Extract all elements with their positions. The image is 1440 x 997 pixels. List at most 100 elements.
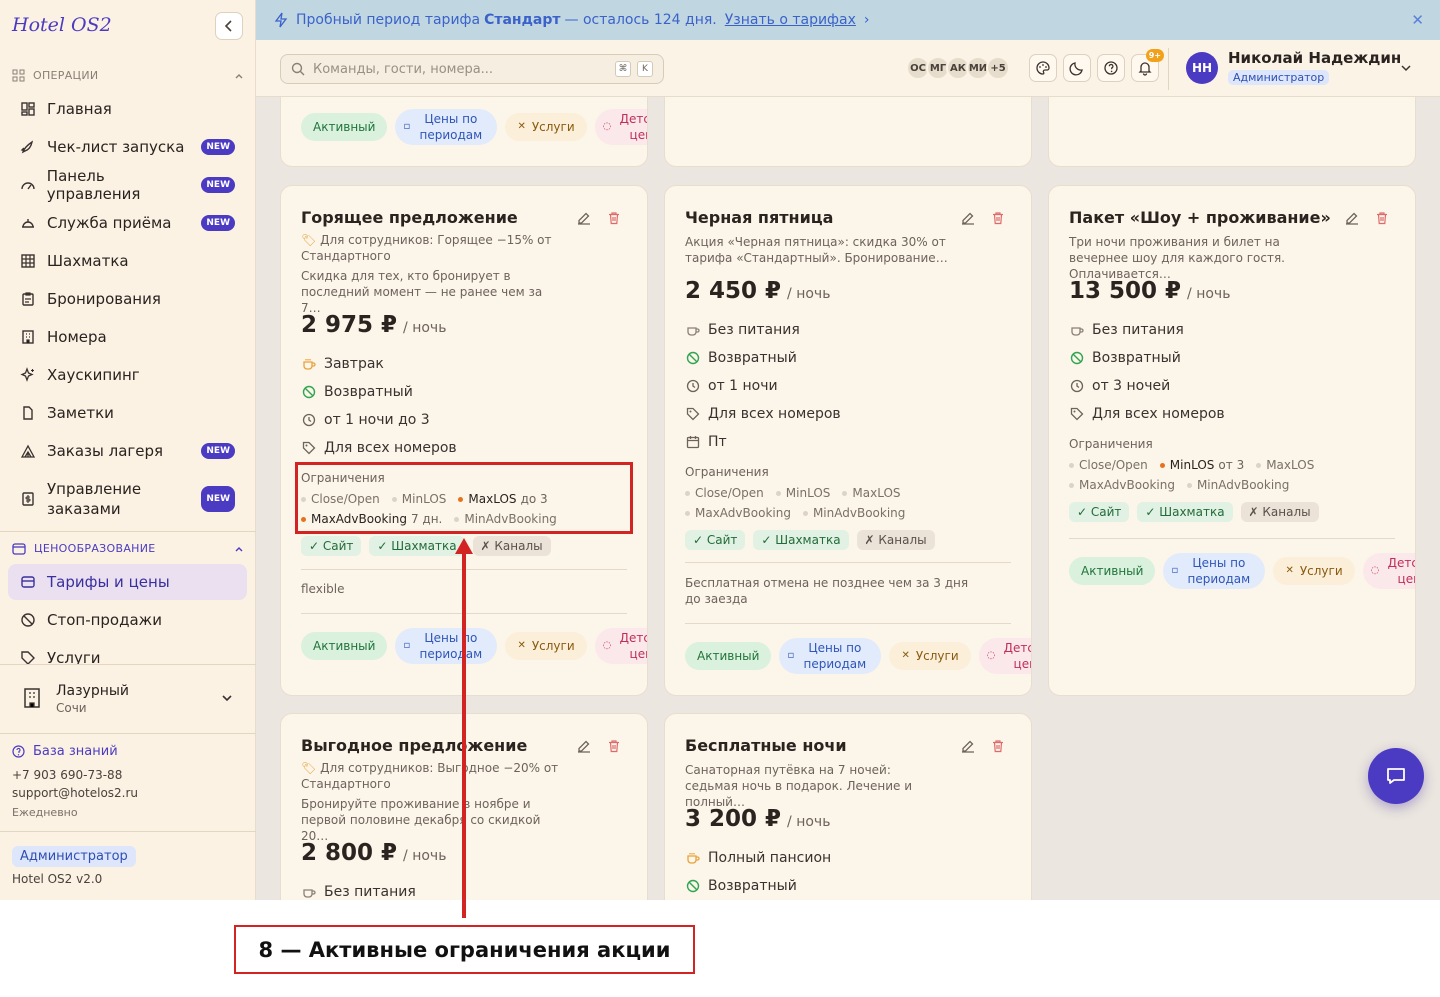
edit-icon[interactable]: [961, 211, 975, 225]
price-value: 3 200 ₽: [685, 806, 782, 832]
trash-icon[interactable]: [991, 739, 1005, 753]
restriction-name: MaxLOS: [1266, 458, 1315, 472]
hotel-switcher[interactable]: Лазурный Сочи: [20, 683, 240, 721]
restriction-value: от 3: [1218, 458, 1245, 472]
sidebar-item-label: Услуги: [47, 649, 101, 664]
pricing-link[interactable]: Узнать о тарифах: [725, 12, 856, 28]
trash-icon[interactable]: [607, 739, 621, 753]
card-tags: Активный ▫ Цены по периодам ✕ Услуги ◌ Детс…: [685, 638, 1031, 674]
cancellation-note: Бесплатная отмена не позднее чем за 3 дн…: [685, 576, 969, 606]
knowledge-base-label: База знаний: [33, 744, 118, 759]
cancellation-note: flexible: [301, 582, 345, 596]
command-search[interactable]: Команды, гости, номера... ⌘ K: [280, 54, 664, 84]
dark-mode-button[interactable]: [1063, 54, 1091, 82]
sidebar-item-checklist[interactable]: Чек-лист запуска NEW: [8, 129, 247, 165]
knowledge-base-link[interactable]: База знаний: [12, 744, 118, 759]
support-email[interactable]: support@hotelos2.ru: [12, 786, 138, 800]
avatar-more[interactable]: +5: [986, 56, 1010, 80]
sidebar-item-rates[interactable]: Тарифы и цены: [8, 564, 247, 600]
sidebar-item-chessboard[interactable]: Шахматка: [8, 243, 247, 279]
collapse-sidebar-button[interactable]: [215, 12, 243, 40]
ban-icon: [19, 611, 37, 629]
notifications-button[interactable]: 9+: [1131, 49, 1164, 82]
periods-tag[interactable]: ▫ Цены по периодам: [1163, 553, 1266, 589]
restriction-name: MinAdvBooking: [812, 506, 906, 520]
status-badge[interactable]: Активный: [1069, 557, 1156, 585]
theme-palette-button[interactable]: [1029, 54, 1057, 82]
no-refund-icon: [685, 350, 701, 366]
chat-button[interactable]: [1368, 748, 1424, 804]
services-tag[interactable]: ✕ Услуги: [505, 113, 587, 141]
utensils-icon: ✕: [1285, 565, 1294, 576]
kids-prices-tag[interactable]: ◌ Детские цены: [1362, 553, 1415, 589]
sidebar-item-order-management[interactable]: Управление заказами NEW: [8, 475, 247, 523]
sidebar-item-bookings[interactable]: Бронирования: [8, 281, 247, 317]
edit-icon[interactable]: [577, 211, 591, 225]
table-grid-icon: [19, 252, 37, 270]
sidebar-item-control-panel[interactable]: Панель управления NEW: [8, 167, 247, 203]
baby-icon: ◌: [1370, 565, 1380, 576]
channel-chessboard: ✓ Шахматка: [1137, 502, 1233, 522]
edit-icon[interactable]: [1345, 211, 1359, 225]
chevron-right-icon: ›: [863, 12, 870, 28]
kids-prices-tag[interactable]: ◌ Детские цены: [978, 638, 1031, 674]
restriction-item-active: MinLOS от 3: [1159, 458, 1245, 472]
sidebar-item-stop-sales[interactable]: Стоп-продажи: [8, 602, 247, 638]
sidebar-item-services[interactable]: Услуги: [8, 640, 247, 664]
edit-icon[interactable]: [577, 739, 591, 753]
sidebar-item-camp-orders[interactable]: Заказы лагеря NEW: [8, 433, 247, 469]
stay-length: от 1 ночи до 3: [301, 412, 430, 428]
building-icon: [19, 328, 37, 346]
rate-card-black-friday[interactable]: Черная пятница Акция «Черная пятница»: с…: [664, 185, 1032, 696]
services-label: Услуги: [915, 649, 959, 663]
kids-prices-tag[interactable]: ◌ Детские цены: [594, 628, 647, 664]
user-name[interactable]: Николай Надеждин: [1228, 49, 1401, 67]
restriction-name: MaxLOS: [852, 486, 901, 500]
help-button[interactable]: [1097, 54, 1125, 82]
staff-note: 🏷 Для сотрудников: Выгодное −20% от Стан…: [301, 760, 561, 792]
edit-icon[interactable]: [961, 739, 975, 753]
trash-icon[interactable]: [991, 211, 1005, 225]
close-icon[interactable]: ✕: [1411, 11, 1424, 29]
tag-icon: [685, 406, 701, 422]
sidebar-item-rooms[interactable]: Номера: [8, 319, 247, 355]
channel-chips: ✓ Сайт ✓ Шахматка ✗ Каналы: [685, 530, 943, 550]
trash-icon[interactable]: [1375, 211, 1389, 225]
rate-card-free-nights[interactable]: Бесплатные ночи Санаторная путёвка на 7 …: [664, 713, 1032, 900]
meal-plan: Без питания: [301, 884, 416, 900]
channel-site: ✓ Сайт: [685, 530, 746, 550]
kids-prices-tag[interactable]: ◌ Детские цены: [594, 109, 647, 145]
sidebar-item-front-desk[interactable]: Служба приёма NEW: [8, 205, 247, 241]
chevron-down-icon[interactable]: [1400, 62, 1412, 74]
rate-title: Черная пятница: [685, 208, 834, 227]
refund-policy: Возвратный: [1069, 350, 1181, 366]
rate-card-show-package[interactable]: Пакет «Шоу + проживание» Три ночи прожив…: [1048, 185, 1416, 696]
restriction-name: MaxAdvBooking: [695, 506, 791, 520]
services-tag[interactable]: ✕ Услуги: [505, 632, 587, 660]
periods-tag[interactable]: ▫ Цены по периодам: [395, 109, 498, 145]
sidebar-item-notes[interactable]: Заметки: [8, 395, 247, 431]
sidebar-item-housekeeping[interactable]: Хаускипинг: [8, 357, 247, 393]
rate-card-partial: [1048, 97, 1416, 167]
section-operations[interactable]: ОПЕРАЦИИ: [12, 69, 244, 82]
meal-plan: Без питания: [1069, 322, 1184, 338]
divider: [685, 623, 1011, 624]
status-badge[interactable]: Активный: [301, 113, 388, 141]
trash-icon[interactable]: [607, 211, 621, 225]
staff-note-text: Для сотрудников: Выгодное −20% от Станда…: [301, 761, 559, 791]
no-refund-icon: [685, 878, 701, 894]
periods-tag[interactable]: ▫ Цены по периодам: [395, 628, 498, 664]
periods-tag[interactable]: ▫ Цены по периодам: [779, 638, 882, 674]
support-phone[interactable]: +7 903 690-73-88: [12, 768, 122, 782]
status-badge[interactable]: Активный: [685, 642, 772, 670]
sidebar-item-home[interactable]: Главная: [8, 91, 247, 127]
services-tag[interactable]: ✕ Услуги: [889, 642, 971, 670]
stay-text: от 1 ночи до 3: [324, 412, 430, 428]
channel-chessboard: ✓ Шахматка: [369, 536, 465, 556]
online-users[interactable]: ОС МГ АК МИ +5: [906, 56, 1010, 80]
section-pricing[interactable]: ЦЕНООБРАЗОВАНИЕ: [12, 542, 244, 555]
services-tag[interactable]: ✕ Услуги: [1273, 557, 1355, 585]
user-avatar[interactable]: НН: [1186, 52, 1218, 84]
meal-text: Полный пансион: [708, 850, 832, 866]
status-badge[interactable]: Активный: [301, 632, 388, 660]
